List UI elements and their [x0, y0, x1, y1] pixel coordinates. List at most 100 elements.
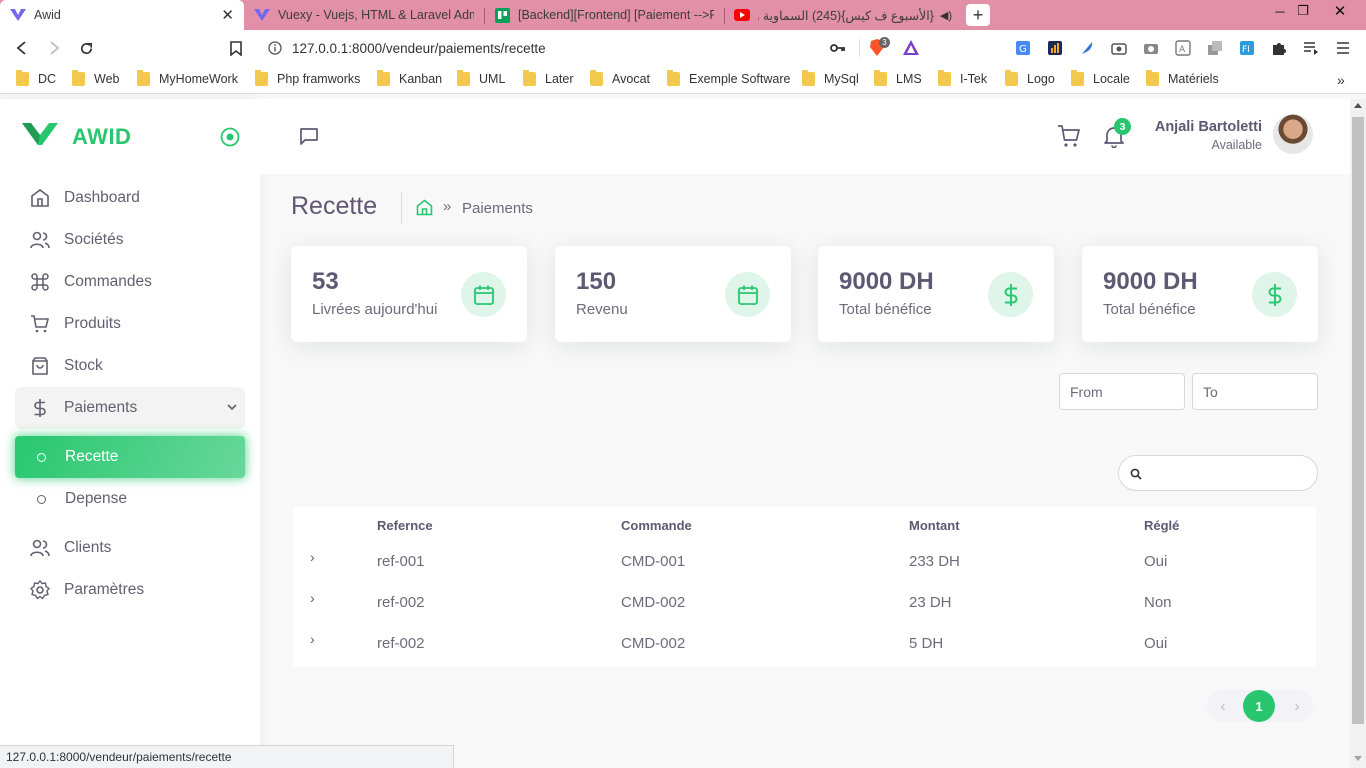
bookmark-folder[interactable]: MyHomeWork [137, 70, 238, 86]
bookmark-folder[interactable]: Exemple Software [667, 70, 790, 86]
home-icon [29, 187, 51, 209]
bookmark-folder[interactable]: Php framworks [255, 70, 360, 86]
sidebar-item-produits[interactable]: Produits [15, 304, 245, 344]
browser-tab-awid[interactable]: Awid ✕ [0, 0, 244, 30]
analytics-extension-icon[interactable] [1046, 39, 1064, 57]
sidebar-subitem-depense[interactable]: Depense [15, 478, 245, 520]
close-window-icon[interactable]: ✕ [1325, 0, 1355, 22]
expand-row-icon[interactable]: › [310, 549, 315, 565]
dollar-icon [1252, 272, 1297, 317]
cell-commande: CMD-002 [621, 635, 686, 652]
reload-icon[interactable] [75, 38, 97, 58]
cell-commande: CMD-002 [621, 594, 686, 611]
bookmark-folder[interactable]: Web [72, 70, 119, 86]
restore-window-icon[interactable]: ❐ [1288, 0, 1318, 22]
bookmark-folder[interactable]: MySql [802, 70, 859, 86]
brand-logo[interactable]: AWID [22, 121, 131, 152]
bookmark-label: I-Tek [960, 72, 988, 86]
column-header-commande[interactable]: Commande [621, 518, 692, 533]
bookmark-folder[interactable]: I-Tek [938, 70, 988, 86]
sidebar-item-parametres[interactable]: Paramètres [15, 570, 245, 610]
bookmark-folder[interactable]: Matériels [1146, 70, 1219, 86]
stack-extension-icon[interactable] [1206, 39, 1224, 57]
sidebar-subitem-recette[interactable]: Recette [15, 436, 245, 478]
forward-icon[interactable] [43, 38, 65, 58]
back-icon[interactable] [11, 38, 33, 58]
avatar[interactable] [1273, 114, 1313, 154]
browser-tab-youtube[interactable]: {الأسبوع ف كيس}(245) السماوية هو ◀) [724, 0, 962, 30]
table-row[interactable]: › ref-002 CMD-002 23 DH Non [293, 584, 1316, 625]
bookmark-folder[interactable]: LMS [874, 70, 922, 86]
key-icon[interactable] [830, 41, 846, 60]
folder-icon [802, 70, 815, 86]
bookmark-folder[interactable]: Locale [1071, 70, 1130, 86]
breadcrumb[interactable]: Paiements [462, 200, 533, 217]
new-tab-button[interactable]: + [966, 4, 990, 26]
search-icon [1130, 467, 1142, 485]
sidebar-item-societes[interactable]: Sociétés [15, 220, 245, 260]
media-controls-icon[interactable] [1302, 39, 1320, 57]
bookmark-folder[interactable]: Logo [1005, 70, 1055, 86]
bookmarks-bar: DC Web MyHomeWork Php framworks Kanban U… [0, 66, 1366, 94]
column-header-regle[interactable]: Réglé [1144, 518, 1179, 533]
sidebar-item-paiements[interactable]: Paiements [15, 387, 245, 429]
info-icon[interactable] [268, 41, 282, 60]
scrollbar-thumb[interactable] [1352, 117, 1364, 724]
sidebar-item-commandes[interactable]: Commandes [15, 262, 245, 302]
sidebar-item-label: Clients [64, 539, 112, 556]
address-bar[interactable]: 127.0.0.1:8000/vendeur/paiements/recette… [258, 34, 928, 62]
date-to-input[interactable]: To [1192, 373, 1318, 410]
date-from-input[interactable]: From [1059, 373, 1185, 410]
user-name[interactable]: Anjali Bartoletti [1155, 119, 1262, 135]
browser-menu-icon[interactable] [1334, 39, 1352, 57]
trello-icon [494, 7, 510, 23]
column-header-reference[interactable]: Refernce [377, 518, 433, 533]
table-row[interactable]: › ref-002 CMD-002 5 DH Oui [293, 625, 1316, 666]
bookmark-folder[interactable]: Avocat [590, 70, 650, 86]
extensions-puzzle-icon[interactable] [1270, 39, 1288, 57]
language-extension-icon[interactable]: A [1174, 39, 1192, 57]
cart-icon[interactable] [1057, 125, 1081, 153]
tab-title: {الأسبوع ف كيس}(245) السماوية هو [758, 8, 934, 23]
translate-extension-icon[interactable]: G [1014, 39, 1032, 57]
table-row[interactable]: › ref-001 CMD-001 233 DH Oui [293, 543, 1316, 584]
chat-icon[interactable] [299, 127, 319, 151]
brave-rewards-icon[interactable] [902, 39, 920, 61]
feather-extension-icon[interactable] [1078, 39, 1096, 57]
page-button-current[interactable]: 1 [1243, 690, 1275, 722]
bookmark-folder[interactable]: Later [523, 70, 574, 86]
expand-row-icon[interactable]: › [310, 631, 315, 647]
browser-tab-vuexy[interactable]: Vuexy - Vuejs, HTML & Laravel Admin [244, 0, 484, 30]
speaker-icon[interactable]: ◀) [940, 9, 952, 22]
prev-page-button[interactable]: ‹ [1207, 690, 1239, 722]
bookmark-label: UML [479, 72, 506, 86]
close-tab-icon[interactable]: ✕ [221, 6, 234, 24]
scroll-down-arrow-icon[interactable] [1354, 756, 1362, 761]
scroll-up-arrow-icon[interactable] [1354, 103, 1362, 108]
camera-extension-icon[interactable] [1142, 39, 1160, 57]
browser-tab-trello[interactable]: [Backend][Frontend] [Paiement -->Rec [484, 0, 724, 30]
screenshot-extension-icon[interactable] [1110, 39, 1128, 57]
search-input[interactable] [1118, 455, 1318, 491]
expand-row-icon[interactable]: › [310, 590, 315, 606]
fi-extension-icon[interactable]: FI [1238, 39, 1256, 57]
stat-value: 9000 DH [1103, 268, 1198, 295]
home-icon[interactable] [416, 199, 433, 221]
folder-icon [255, 70, 268, 86]
bookmark-icon[interactable] [225, 38, 247, 58]
more-bookmarks-icon[interactable]: » [1337, 72, 1345, 88]
page-scrollbar[interactable] [1350, 99, 1366, 768]
sidebar-item-dashboard[interactable]: Dashboard [15, 178, 245, 218]
bookmark-folder[interactable]: UML [457, 70, 506, 86]
cell-commande: CMD-001 [621, 553, 686, 570]
bookmark-folder[interactable]: Kanban [377, 70, 442, 86]
sidebar-item-clients[interactable]: Clients [15, 528, 245, 568]
next-page-button[interactable]: › [1281, 690, 1313, 722]
column-header-montant[interactable]: Montant [909, 518, 960, 533]
chevron-down-icon [227, 399, 237, 417]
bookmark-folder[interactable]: DC [16, 70, 56, 86]
users-icon [29, 229, 51, 251]
sidebar-item-stock[interactable]: Stock [15, 346, 245, 386]
sidebar-toggle-icon[interactable] [220, 127, 240, 147]
settings-icon [29, 579, 51, 601]
